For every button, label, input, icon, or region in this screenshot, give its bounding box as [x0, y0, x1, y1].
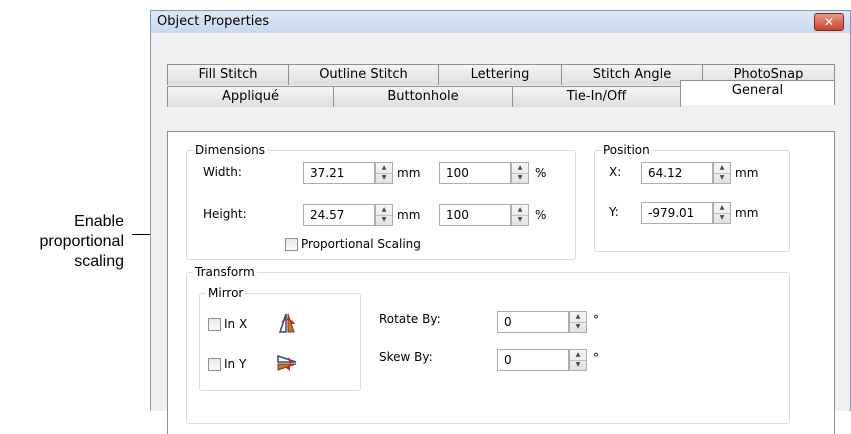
height-percent-unit: % [535, 208, 547, 222]
width-percent-input[interactable] [440, 163, 510, 183]
callout-line-3: scaling [74, 253, 124, 270]
position-group: Position X: ▲ ▼ mm Y: ▲ ▼ mm [594, 143, 790, 252]
mirror-y-icon[interactable] [274, 350, 300, 376]
spin-down-icon[interactable]: ▼ [570, 322, 586, 332]
mirror-in-y-checkbox[interactable] [208, 358, 221, 371]
skew-by-label: Skew By: [379, 350, 433, 364]
width-field[interactable] [303, 162, 375, 184]
tab-applique[interactable]: Appliqué [167, 86, 334, 107]
mirror-x-icon[interactable] [274, 310, 300, 336]
transform-group: Transform Mirror In X In Y Rotate By: 0 … [186, 265, 790, 424]
y-input[interactable] [642, 203, 712, 223]
position-group-title: Position [601, 143, 652, 157]
callout-line-1: Enable [74, 213, 124, 230]
title-bar: Object Properties ✕ [151, 11, 850, 33]
object-properties-dialog: Object Properties ✕ Fill Stitch Outline … [150, 10, 851, 434]
dialog-body: Fill Stitch Outline Stitch Lettering Sti… [151, 33, 850, 434]
y-unit: mm [735, 206, 759, 220]
close-button[interactable]: ✕ [814, 13, 844, 31]
mirror-in-x-checkbox[interactable] [208, 318, 221, 331]
mirror-group-title: Mirror [206, 286, 246, 300]
tab-outline-stitch[interactable]: Outline Stitch [288, 64, 439, 85]
height-unit: mm [397, 208, 421, 222]
callout-text: Enable proportional scaling [0, 212, 125, 272]
spin-down-icon[interactable]: ▼ [714, 173, 730, 183]
height-label: Height: [203, 207, 247, 221]
height-field[interactable] [303, 204, 375, 226]
width-percent-spinner[interactable]: ▲ ▼ [511, 162, 529, 184]
skew-by-input[interactable] [498, 350, 568, 370]
y-field[interactable] [641, 202, 713, 224]
y-spinner[interactable]: ▲ ▼ [713, 202, 731, 224]
callout-line-2: proportional [39, 233, 125, 250]
height-input[interactable] [304, 205, 374, 225]
spin-down-icon[interactable]: ▼ [512, 173, 528, 183]
width-label: Width: [203, 165, 242, 179]
rotate-by-input[interactable] [498, 312, 568, 332]
height-percent-input[interactable] [440, 205, 510, 225]
width-spinner[interactable]: ▲ ▼ [375, 162, 393, 184]
mirror-group: Mirror In X In Y [199, 286, 361, 391]
tab-tie-in-off[interactable]: Tie-In/Off [512, 86, 681, 107]
proportional-scaling-checkbox[interactable] [285, 238, 298, 251]
x-spinner[interactable]: ▲ ▼ [713, 162, 731, 184]
tab-fill-stitch[interactable]: Fill Stitch [167, 64, 289, 85]
skew-by-spinner[interactable]: ▲ ▼ [569, 349, 587, 371]
spin-down-icon[interactable]: ▼ [376, 215, 392, 225]
general-tab-panel: Dimensions Width: ▲ ▼ mm ▲ ▼ % H [167, 131, 835, 434]
height-percent-spinner[interactable]: ▲ ▼ [511, 204, 529, 226]
window-title: Object Properties [157, 14, 270, 29]
skew-by-unit: ° [593, 351, 599, 365]
tab-lettering[interactable]: Lettering [438, 64, 562, 85]
rotate-by-unit: ° [593, 313, 599, 327]
spin-down-icon[interactable]: ▼ [376, 173, 392, 183]
spin-down-icon[interactable]: ▼ [512, 215, 528, 225]
transform-group-title: Transform [193, 265, 257, 279]
height-spinner[interactable]: ▲ ▼ [375, 204, 393, 226]
y-label: Y: [609, 205, 619, 219]
proportional-scaling-label[interactable]: Proportional Scaling [301, 237, 421, 251]
dimensions-group-title: Dimensions [193, 143, 268, 157]
width-unit: mm [397, 166, 421, 180]
spin-down-icon[interactable]: ▼ [714, 213, 730, 223]
width-percent-unit: % [535, 166, 547, 180]
rotate-by-spinner[interactable]: ▲ ▼ [569, 311, 587, 333]
x-field[interactable] [641, 162, 713, 184]
tab-general[interactable]: General [680, 80, 835, 105]
rotate-by-label: Rotate By: [379, 312, 441, 326]
x-label: X: [609, 165, 622, 179]
x-input[interactable] [642, 163, 712, 183]
spin-down-icon[interactable]: ▼ [570, 360, 586, 370]
mirror-in-y-label[interactable]: In Y [224, 357, 246, 371]
width-percent-field[interactable] [439, 162, 511, 184]
skew-by-field[interactable] [497, 349, 569, 371]
width-input[interactable] [304, 163, 374, 183]
x-unit: mm [735, 166, 759, 180]
rotate-by-field[interactable] [497, 311, 569, 333]
height-percent-field[interactable] [439, 204, 511, 226]
mirror-in-x-label[interactable]: In X [224, 317, 247, 331]
dimensions-group: Dimensions Width: ▲ ▼ mm ▲ ▼ % H [186, 143, 576, 260]
tab-buttonhole[interactable]: Buttonhole [333, 86, 513, 107]
close-icon: ✕ [823, 15, 835, 29]
